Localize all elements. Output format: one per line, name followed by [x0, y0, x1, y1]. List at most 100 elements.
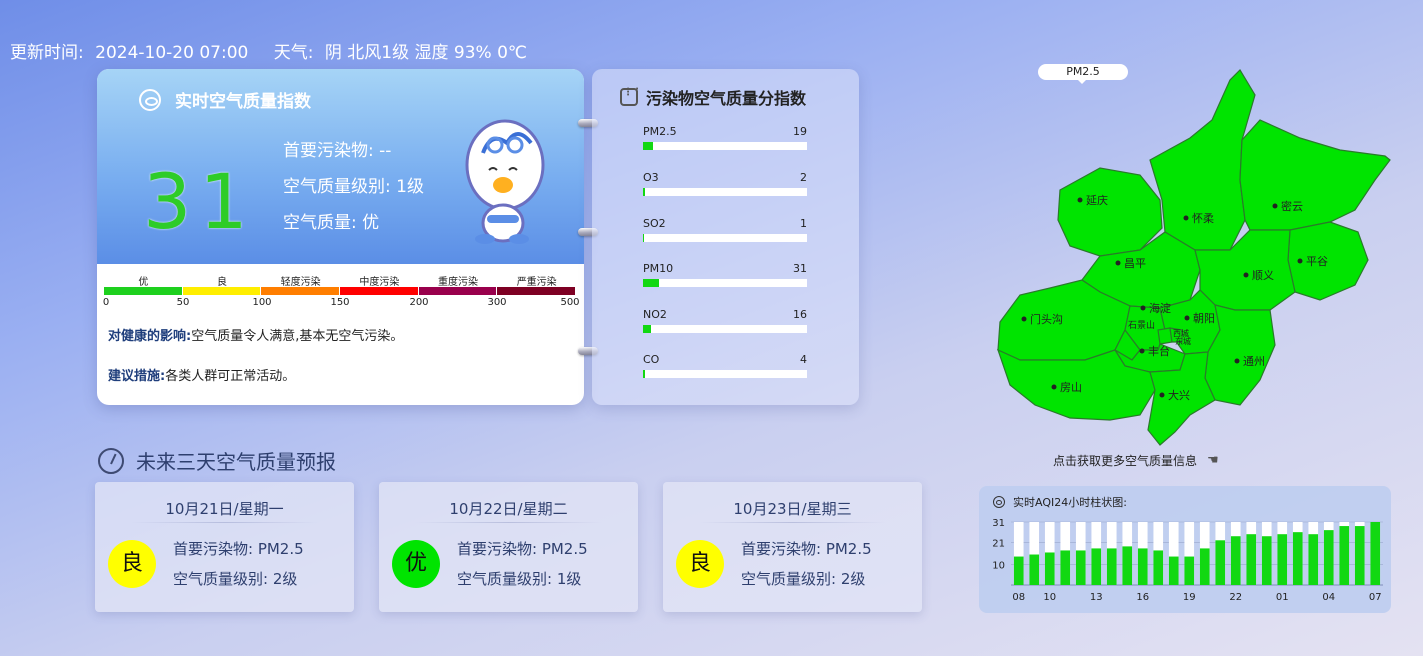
- bar: [1122, 546, 1133, 585]
- bar: [1292, 532, 1303, 585]
- bar: [1044, 552, 1055, 585]
- pollutant-title: 污染物空气质量分指数: [620, 85, 806, 109]
- cloud-icon: [139, 88, 161, 111]
- x-tick-label: 08: [1012, 592, 1025, 603]
- district-label: 朝阳: [1193, 312, 1215, 325]
- pollutant-bar-fill: [643, 279, 660, 287]
- scale-bar: [104, 287, 576, 295]
- scale-segment: [497, 287, 576, 295]
- divider: [699, 522, 886, 523]
- scale-label: 中度污染: [359, 277, 400, 288]
- pollutant-value: 31: [793, 262, 807, 275]
- forecast-pollutant: 首要污染物: PM2.5: [457, 540, 588, 558]
- update-time: 2024-10-20 07:00: [95, 43, 249, 63]
- map-link-text[interactable]: 点击获取更多空气质量信息: [1053, 452, 1197, 469]
- pollutant-value: 19: [793, 125, 807, 138]
- bar: [1060, 550, 1071, 585]
- pollutant-bar: [643, 188, 807, 196]
- map-tooltip: PM2.5: [1038, 64, 1128, 84]
- pollutant-bar-fill: [643, 142, 653, 150]
- advice: 建议措施:各类人群可正常活动。: [108, 365, 295, 384]
- bar: [1091, 548, 1102, 585]
- pollutant-bar: [643, 325, 807, 333]
- forecast-level: 空气质量级别: 2级: [741, 570, 866, 588]
- aqi-value: 31: [143, 157, 256, 246]
- forecast-level: 空气质量级别: 2级: [173, 570, 298, 588]
- divider: [131, 522, 318, 523]
- district-label: 大兴: [1168, 388, 1190, 402]
- bar: [1261, 536, 1272, 585]
- bar: [1230, 536, 1241, 585]
- forecast-card: 10月23日/星期三 良 首要污染物: PM2.5 空气质量级别: 2级: [663, 482, 922, 612]
- forecast-date: 10月22日/星期二: [449, 500, 568, 518]
- scale-numbers: 0 50 100 150 200 300 500: [103, 297, 580, 311]
- district-label: 昌平: [1124, 257, 1146, 270]
- scale-label: 良: [217, 277, 227, 288]
- pollutant-card: 污染物空气质量分指数 PM2.5 19 O3 2 SO2 1 PM10 31 NO2 16…: [592, 69, 859, 405]
- district-label: 丰台: [1148, 344, 1170, 358]
- x-tick-label: 16: [1136, 592, 1149, 603]
- aqi-24h-chart-card: 实时AQI24小时柱状图: 31 21 10 08 10 13 16 19 22 01 04 07: [979, 486, 1391, 613]
- beijing-map[interactable]: 延庆 怀柔 密云 昌平 平谷 顺义 门头沟 海淀 朝阳 石景山 西城 东城 丰台…: [990, 60, 1402, 450]
- bar: [1370, 522, 1381, 585]
- aqi-info: 首要污染物: -- 空气质量级别: 1级 空气质量: 优: [283, 141, 424, 249]
- aqi-quality: 空气质量: 优: [283, 213, 380, 233]
- pollutant-bar-fill: [643, 234, 644, 242]
- scale-label: 重度污染: [438, 277, 479, 288]
- health-label: 对健康的影响:: [108, 329, 192, 344]
- pollutant-bar-fill: [643, 370, 645, 378]
- aqi-card: 实时空气质量指数 31 首要污染物: -- 空气质量级别: 1级 空气质量: 优…: [97, 69, 584, 405]
- bar: [1323, 530, 1334, 585]
- scale-segment: [418, 287, 497, 295]
- bar: [1013, 556, 1024, 585]
- x-tick-label: 01: [1276, 592, 1289, 603]
- scale-number: 150: [330, 297, 350, 308]
- pollutant-name: PM10: [643, 262, 674, 275]
- pollutant-item: SO2 1: [643, 217, 807, 242]
- district-label: 密云: [1281, 199, 1303, 213]
- update-label: 更新时间:: [10, 43, 84, 63]
- weather-label: 天气:: [273, 43, 314, 63]
- pollutant-value: 1: [800, 217, 807, 230]
- forecast-card: 10月21日/星期一 良 首要污染物: PM2.5 空气质量级别: 2级: [95, 482, 354, 612]
- bar: [1308, 534, 1319, 585]
- forecast-details: 首要污染物: PM2.5 空气质量级别: 2级: [741, 538, 872, 598]
- district-label: 通州: [1243, 355, 1265, 368]
- weather-value: 阴 北风1级 湿度 93% 0℃: [324, 43, 528, 63]
- pollutant-title-text: 污染物空气质量分指数: [646, 89, 807, 108]
- scale-number: 300: [487, 297, 507, 308]
- district-label: 怀柔: [1192, 212, 1214, 225]
- scale-number: 50: [176, 297, 190, 308]
- x-tick-label: 07: [1369, 592, 1382, 603]
- pollutant-item: CO 4: [643, 353, 807, 378]
- pollutant-item: O3 2: [643, 171, 807, 196]
- scale-number: 200: [409, 297, 429, 308]
- bar: [1277, 534, 1288, 585]
- bar: [1215, 540, 1226, 585]
- district-label: 平谷: [1306, 255, 1328, 268]
- y-tick-label: 10: [992, 561, 1005, 572]
- clock-icon: [98, 447, 124, 474]
- health-text: 空气质量令人满意,基本无空气污染。: [191, 329, 404, 344]
- forecast-title-text: 未来三天空气质量预报: [136, 450, 336, 474]
- pollutant-item: PM10 31: [643, 262, 807, 287]
- pollutant-name: SO2: [643, 217, 666, 230]
- x-tick-label: 13: [1090, 592, 1103, 603]
- aqi-title: 实时空气质量指数: [139, 87, 311, 112]
- forecast-pollutant: 首要污染物: PM2.5: [741, 540, 872, 558]
- aqi-header-panel: 实时空气质量指数 31 首要污染物: -- 空气质量级别: 1级 空气质量: 优: [97, 69, 584, 264]
- scale-label: 轻度污染: [280, 277, 321, 288]
- scale-labels: 优 良 轻度污染 中度污染 重度污染 严重污染: [104, 273, 576, 288]
- forecast-badge: 优: [392, 540, 440, 588]
- health-impact: 对健康的影响:空气质量令人满意,基本无空气污染。: [108, 325, 403, 344]
- aqi-level: 空气质量级别: 1级: [283, 177, 424, 197]
- header: 更新时间: 2024-10-20 07:00 天气: 阴 北风1级 湿度 93%…: [10, 38, 533, 63]
- map-more-link[interactable]: 点击获取更多空气质量信息 ☚: [1053, 452, 1219, 469]
- divider: [415, 522, 602, 523]
- pollutant-name: O3: [643, 171, 659, 184]
- pollutant-bar-fill: [643, 188, 645, 196]
- x-tick-label: 04: [1322, 592, 1335, 603]
- scale-number: 500: [560, 297, 580, 308]
- x-tick-label: 10: [1043, 592, 1056, 603]
- bar: [1106, 548, 1117, 585]
